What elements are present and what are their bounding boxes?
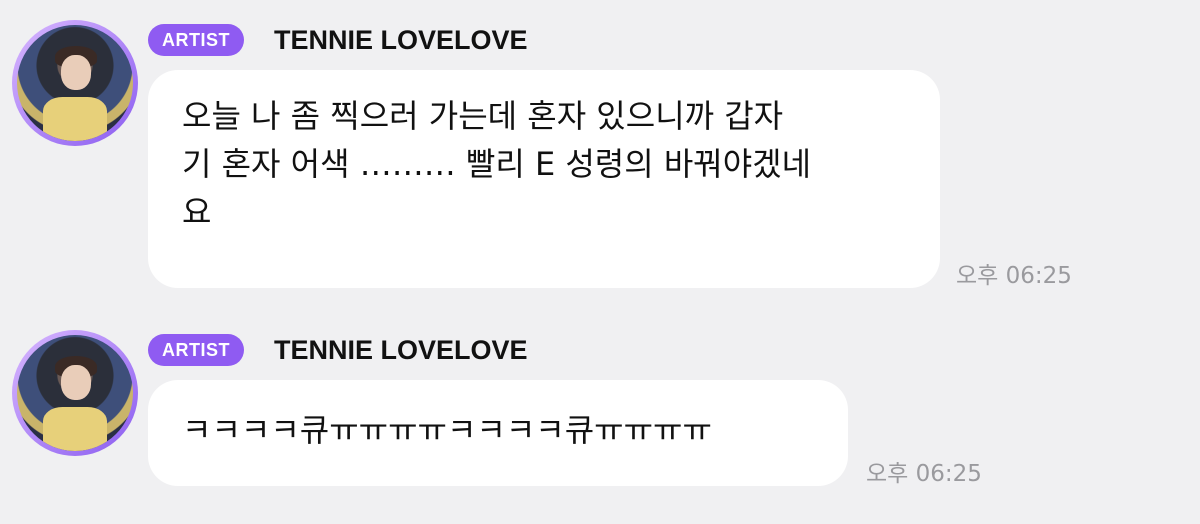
sender-name[interactable]: TENNIE LOVELOVE	[274, 22, 528, 58]
message-line: ㅋㅋㅋㅋ큐ㅠㅠㅠㅠㅋㅋㅋㅋ큐ㅠㅠㅠㅠ	[182, 411, 712, 449]
artist-avatar[interactable]	[12, 330, 138, 456]
artist-badge: ARTIST	[148, 24, 244, 56]
avatar-jacket	[42, 406, 108, 451]
avatar-photo	[17, 335, 133, 451]
message-line: 오늘 나 좀 찍으러 가는데 혼자 있으니까 갑자	[182, 97, 784, 135]
message-timestamp: 오후 06:25	[866, 461, 982, 487]
artist-badge: ARTIST	[148, 334, 244, 366]
avatar-jacket	[42, 96, 108, 141]
artist-avatar[interactable]	[12, 20, 138, 146]
chat-message: ARTIST TENNIE LOVELOVE ㅋㅋㅋㅋ큐ㅠㅠㅠㅠㅋㅋㅋㅋ큐ㅠㅠㅠ…	[0, 330, 1200, 500]
avatar-face	[61, 365, 92, 400]
message-line: 요	[182, 193, 212, 231]
chat-message: ARTIST TENNIE LOVELOVE 오늘 나 좀 찍으러 가는데 혼자…	[0, 20, 1200, 300]
avatar-face	[61, 55, 92, 90]
sender-name[interactable]: TENNIE LOVELOVE	[274, 332, 528, 368]
avatar-photo	[17, 25, 133, 141]
message-bubble[interactable]: ㅋㅋㅋㅋ큐ㅠㅠㅠㅠㅋㅋㅋㅋ큐ㅠㅠㅠㅠ	[148, 380, 848, 486]
message-line: 기 혼자 어색 ……… 빨리 E 성령의 바꿔야겠네	[182, 145, 812, 183]
message-timestamp: 오후 06:25	[956, 263, 1072, 289]
message-bubble[interactable]: 오늘 나 좀 찍으러 가는데 혼자 있으니까 갑자 기 혼자 어색 ……… 빨리…	[148, 70, 940, 288]
